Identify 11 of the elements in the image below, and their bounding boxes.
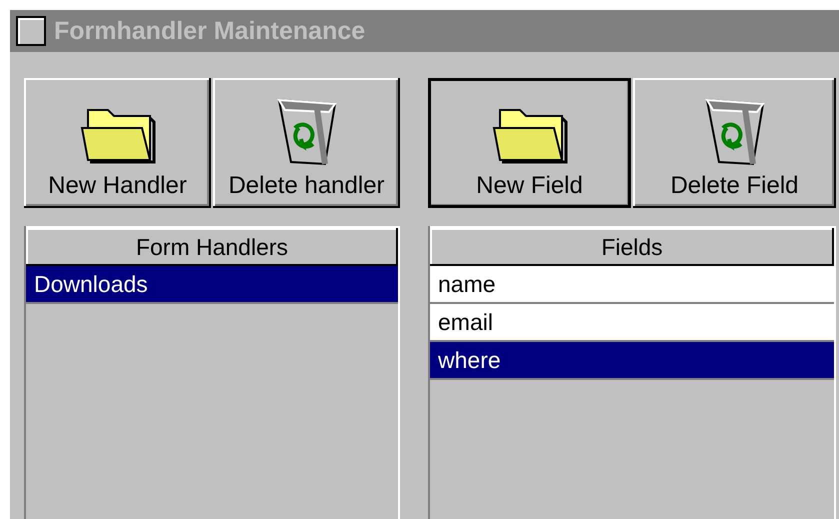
column-header[interactable]: Fields (430, 226, 834, 266)
column-header[interactable]: Form Handlers (26, 226, 398, 266)
list-item[interactable]: Downloads (26, 266, 398, 304)
list-item[interactable]: where (430, 342, 834, 380)
window-title: Formhandler Maintenance (54, 16, 366, 46)
new-button[interactable]: New Handler (24, 78, 211, 208)
new-button[interactable]: New Field (428, 78, 631, 208)
list-item[interactable]: name (430, 266, 834, 304)
delete-button[interactable]: Delete Field (633, 78, 836, 208)
delete-button[interactable]: Delete handler (213, 78, 400, 208)
list-item[interactable]: email (430, 304, 834, 342)
